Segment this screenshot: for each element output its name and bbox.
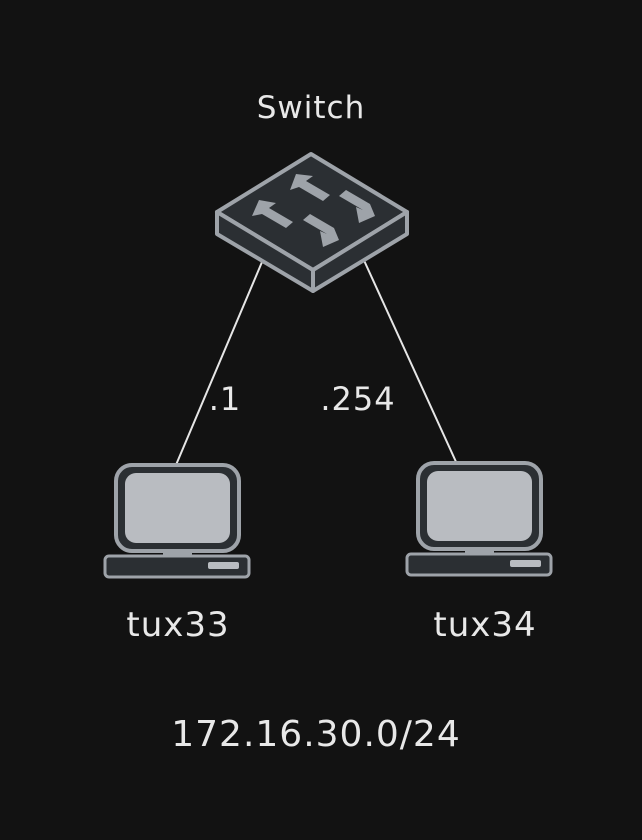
network-label: 172.16.30.0/24 (171, 714, 461, 755)
tux33-label: tux33 (126, 605, 229, 645)
link-switch-tux34 (361, 255, 458, 465)
switch-label: Switch (257, 90, 366, 126)
computer-icon-tux34 (405, 461, 553, 577)
tux34-ip-label: .254 (320, 380, 395, 418)
tux33-ip-label: .1 (209, 380, 242, 418)
tux34-label: tux34 (433, 605, 536, 645)
switch-icon (215, 152, 409, 293)
link-switch-tux33 (172, 261, 263, 473)
network-diagram: Switch .1 .254 tux33 tux34 172.16.30.0/2… (0, 0, 642, 840)
diagram-canvas: Switch .1 .254 tux33 tux34 172.16.30.0/2… (103, 90, 553, 755)
computer-icon-tux33 (103, 463, 251, 579)
